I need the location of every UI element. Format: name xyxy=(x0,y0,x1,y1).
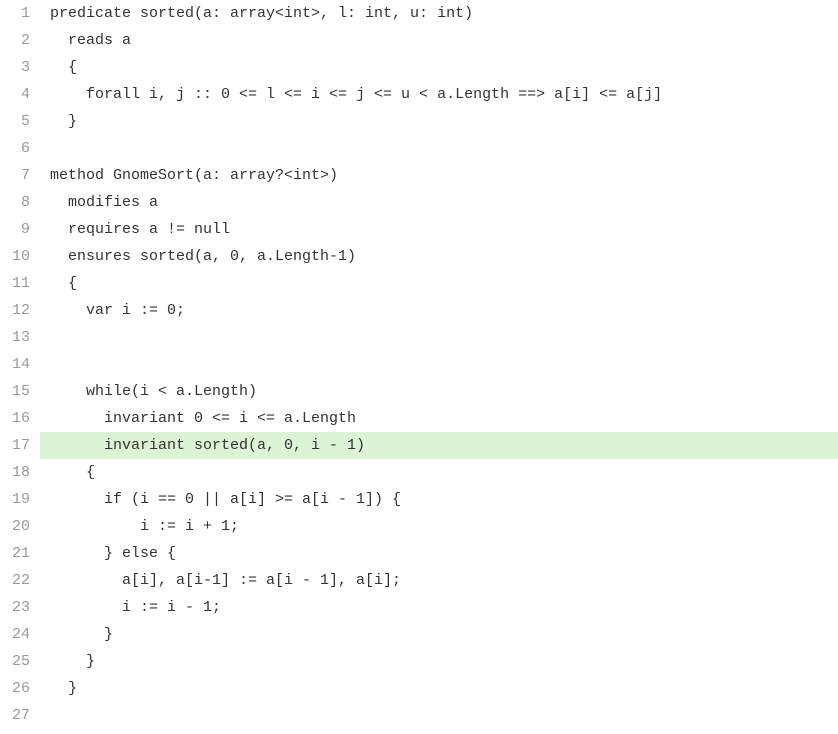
code-content[interactable]: predicate sorted(a: array<int>, l: int, … xyxy=(40,0,838,729)
code-line[interactable]: if (i == 0 || a[i] >= a[i - 1]) { xyxy=(50,486,838,513)
code-line[interactable]: invariant sorted(a, 0, i - 1) xyxy=(40,432,838,459)
line-number: 18 xyxy=(0,459,30,486)
line-number: 20 xyxy=(0,513,30,540)
line-number-gutter: 1234567891011121314151617181920212223242… xyxy=(0,0,40,729)
code-line[interactable]: forall i, j :: 0 <= l <= i <= j <= u < a… xyxy=(50,81,838,108)
line-number: 26 xyxy=(0,675,30,702)
code-line[interactable]: while(i < a.Length) xyxy=(50,378,838,405)
line-number: 25 xyxy=(0,648,30,675)
line-number: 16 xyxy=(0,405,30,432)
code-line[interactable]: i := i - 1; xyxy=(50,594,838,621)
code-line[interactable] xyxy=(50,351,838,378)
line-number: 6 xyxy=(0,135,30,162)
code-line[interactable]: predicate sorted(a: array<int>, l: int, … xyxy=(50,0,838,27)
code-line[interactable] xyxy=(50,324,838,351)
code-line[interactable]: } xyxy=(50,621,838,648)
code-line[interactable]: { xyxy=(50,459,838,486)
line-number: 23 xyxy=(0,594,30,621)
line-number: 9 xyxy=(0,216,30,243)
code-line[interactable]: var i := 0; xyxy=(50,297,838,324)
line-number: 17 xyxy=(0,432,30,459)
line-number: 5 xyxy=(0,108,30,135)
code-line[interactable]: i := i + 1; xyxy=(50,513,838,540)
code-line[interactable]: } xyxy=(50,675,838,702)
code-line[interactable]: invariant 0 <= i <= a.Length xyxy=(50,405,838,432)
line-number: 21 xyxy=(0,540,30,567)
line-number: 8 xyxy=(0,189,30,216)
code-line[interactable]: { xyxy=(50,54,838,81)
code-line[interactable]: ensures sorted(a, 0, a.Length-1) xyxy=(50,243,838,270)
line-number: 11 xyxy=(0,270,30,297)
line-number: 15 xyxy=(0,378,30,405)
code-line[interactable]: modifies a xyxy=(50,189,838,216)
code-line[interactable]: a[i], a[i-1] := a[i - 1], a[i]; xyxy=(50,567,838,594)
code-line[interactable]: requires a != null xyxy=(50,216,838,243)
line-number: 1 xyxy=(0,0,30,27)
line-number: 14 xyxy=(0,351,30,378)
code-line[interactable]: } xyxy=(50,648,838,675)
code-line[interactable]: method GnomeSort(a: array?<int>) xyxy=(50,162,838,189)
code-line[interactable]: } else { xyxy=(50,540,838,567)
line-number: 13 xyxy=(0,324,30,351)
line-number: 10 xyxy=(0,243,30,270)
line-number: 27 xyxy=(0,702,30,729)
line-number: 3 xyxy=(0,54,30,81)
line-number: 7 xyxy=(0,162,30,189)
line-number: 24 xyxy=(0,621,30,648)
code-line[interactable]: reads a xyxy=(50,27,838,54)
line-number: 19 xyxy=(0,486,30,513)
line-number: 4 xyxy=(0,81,30,108)
code-editor[interactable]: 1234567891011121314151617181920212223242… xyxy=(0,0,838,729)
code-line[interactable] xyxy=(50,135,838,162)
line-number: 22 xyxy=(0,567,30,594)
code-line[interactable] xyxy=(50,702,838,729)
code-line[interactable]: } xyxy=(50,108,838,135)
line-number: 2 xyxy=(0,27,30,54)
line-number: 12 xyxy=(0,297,30,324)
code-line[interactable]: { xyxy=(50,270,838,297)
